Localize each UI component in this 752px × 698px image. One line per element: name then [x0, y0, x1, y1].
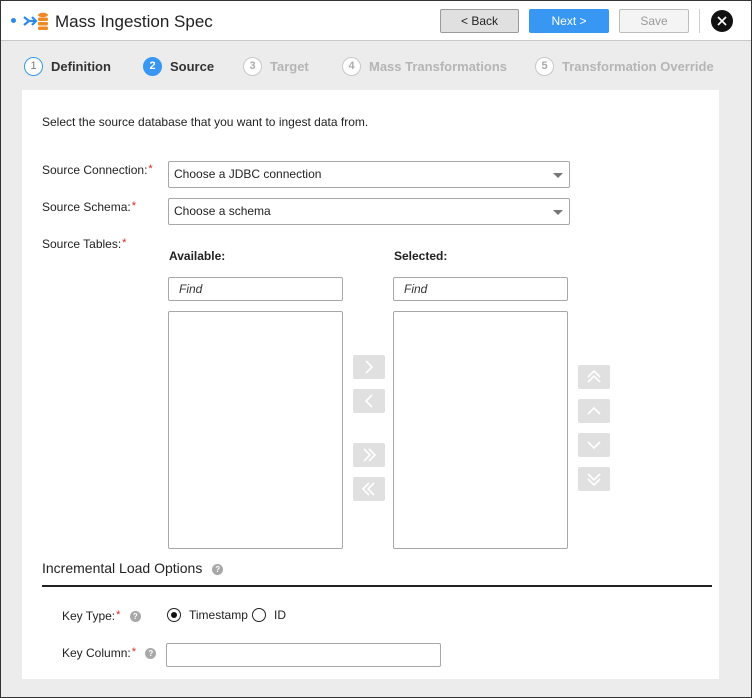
step-source[interactable]: 2 Source — [143, 56, 214, 76]
chevron-down-icon — [587, 441, 601, 450]
step-number: 2 — [143, 56, 162, 76]
move-to-top-button[interactable] — [578, 365, 610, 389]
window-title: Mass Ingestion Spec — [55, 12, 213, 31]
selected-value: Choose a JDBC connection — [174, 167, 322, 181]
double-chevron-right-icon — [363, 448, 377, 462]
mass-ingestion-window: Mass Ingestion Spec < Back Next > Save 1… — [0, 0, 752, 698]
chevron-right-icon — [365, 360, 374, 374]
source-panel: Select the source database that you want… — [22, 90, 719, 679]
selected-find-input[interactable] — [393, 277, 568, 301]
next-button[interactable]: Next > — [529, 9, 609, 33]
back-button[interactable]: < Back — [440, 9, 519, 33]
move-all-left-button[interactable] — [353, 477, 385, 501]
available-heading: Available: — [169, 249, 226, 263]
wizard-steps: 1 Definition 2 Source 3 Target 4 Mass Tr… — [1, 42, 751, 90]
help-icon[interactable]: ? — [129, 611, 141, 623]
step-number: 1 — [24, 56, 43, 76]
label-text: Source Connection: — [42, 163, 148, 177]
double-chevron-left-icon — [361, 482, 375, 496]
double-chevron-down-icon — [587, 473, 601, 487]
required-marker: * — [131, 646, 136, 658]
toolbar-divider — [699, 9, 700, 33]
source-connection-label: Source Connection:* — [42, 163, 153, 177]
intro-text: Select the source database that you want… — [42, 115, 369, 129]
step-definition[interactable]: 1 Definition — [24, 56, 111, 76]
source-schema-select[interactable]: Choose a schema — [168, 198, 570, 225]
incremental-load-heading: Incremental Load Options ? — [42, 560, 224, 576]
section-title: Incremental Load Options — [42, 560, 203, 576]
move-all-right-button[interactable] — [353, 443, 385, 467]
source-connection-select[interactable]: Choose a JDBC connection — [168, 161, 570, 188]
label-text: Key Type: — [62, 609, 116, 623]
key-column-label: Key Column:* ? — [62, 646, 157, 660]
required-marker: * — [116, 609, 121, 621]
step-label: Target — [270, 58, 309, 74]
close-icon — [717, 16, 727, 26]
required-marker: * — [148, 163, 153, 175]
label-text: Key Column: — [62, 646, 131, 660]
radio-unselected-icon — [252, 608, 266, 622]
step-number: 3 — [243, 56, 262, 76]
key-type-label: Key Type:* ? — [62, 609, 141, 623]
step-mass-transformations: 4 Mass Transformations — [342, 56, 507, 76]
available-find-input[interactable] — [168, 277, 343, 301]
help-icon[interactable]: ? — [145, 648, 157, 660]
step-label: Definition — [51, 58, 111, 74]
double-chevron-up-icon — [587, 369, 601, 383]
key-column-input[interactable] — [166, 643, 441, 667]
selected-tables-list[interactable] — [393, 311, 568, 549]
close-button[interactable] — [711, 10, 733, 32]
step-number: 4 — [342, 56, 361, 76]
radio-selected-icon — [167, 608, 181, 622]
chevron-left-icon — [364, 394, 373, 408]
move-left-button[interactable] — [353, 389, 385, 413]
key-type-id-radio[interactable]: ID — [252, 608, 286, 622]
help-icon[interactable]: ? — [212, 563, 224, 575]
required-marker: * — [122, 237, 127, 249]
step-transformation-override: 5 Transformation Override — [535, 56, 714, 76]
step-label: Transformation Override — [562, 58, 714, 74]
save-button[interactable]: Save — [619, 9, 689, 33]
step-number: 5 — [535, 56, 554, 76]
title-bar: Mass Ingestion Spec < Back Next > Save — [1, 1, 751, 41]
section-divider — [42, 585, 712, 587]
move-to-bottom-button[interactable] — [578, 467, 610, 491]
chevron-up-icon — [587, 406, 601, 415]
move-right-button[interactable] — [353, 355, 385, 379]
label-text: Source Schema: — [42, 200, 131, 214]
selected-value: Choose a schema — [174, 204, 271, 218]
required-marker: * — [131, 200, 136, 212]
radio-label: Timestamp — [189, 608, 248, 622]
mass-ingestion-logo-icon — [23, 12, 48, 30]
chevron-down-icon — [553, 210, 563, 215]
radio-label: ID — [274, 608, 286, 622]
selected-heading: Selected: — [394, 249, 448, 263]
move-down-button[interactable] — [578, 433, 610, 457]
source-tables-label: Source Tables:* — [42, 237, 126, 251]
label-text: Source Tables: — [42, 237, 122, 251]
step-label: Source — [170, 58, 215, 74]
step-label: Mass Transformations — [369, 58, 507, 74]
move-up-button[interactable] — [578, 399, 610, 423]
chevron-down-icon — [553, 173, 563, 178]
status-dot-icon — [11, 18, 16, 23]
key-type-timestamp-radio[interactable]: Timestamp — [167, 608, 248, 622]
available-tables-list[interactable] — [168, 311, 343, 549]
source-schema-label: Source Schema:* — [42, 200, 136, 214]
step-target: 3 Target — [243, 56, 309, 76]
